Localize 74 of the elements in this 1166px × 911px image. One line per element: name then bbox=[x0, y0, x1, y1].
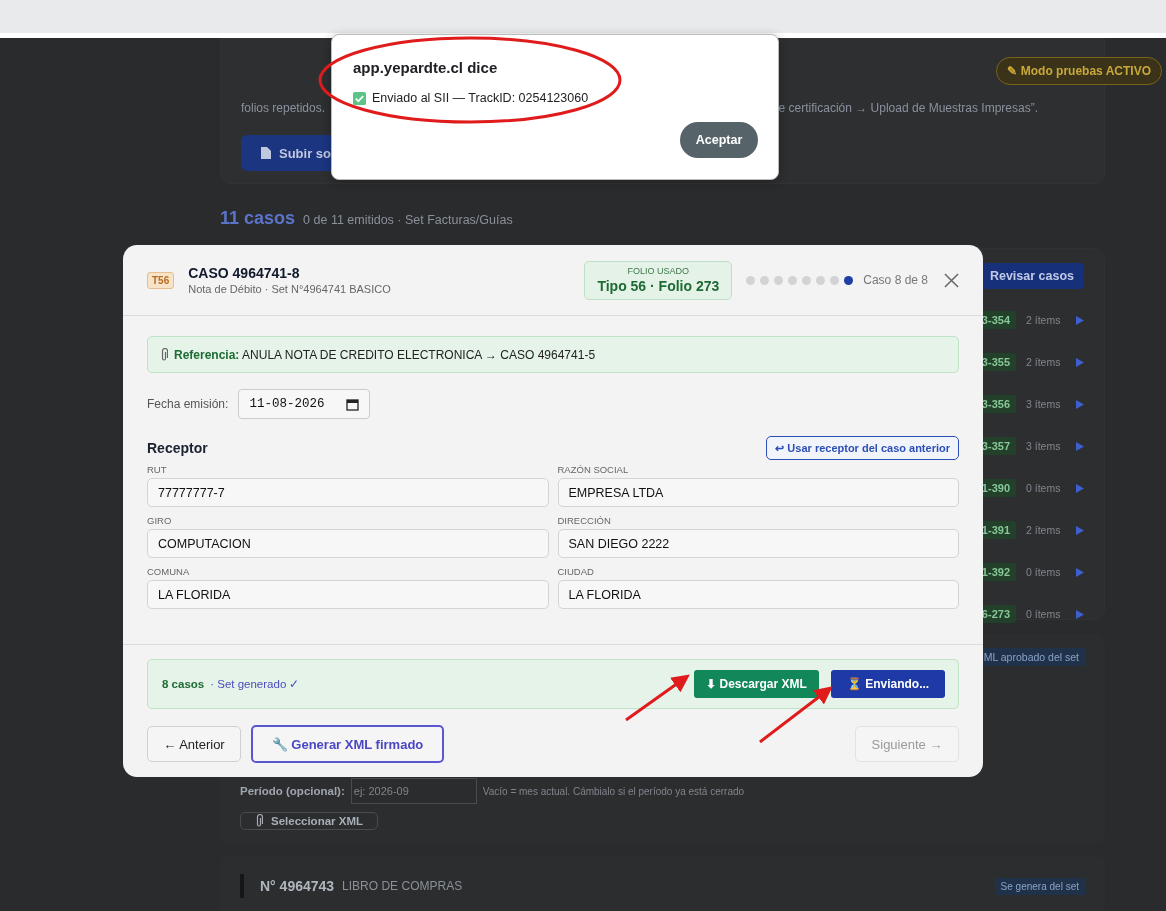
section-title: Receptor bbox=[147, 440, 208, 456]
check-icon bbox=[353, 91, 366, 105]
reference-text: Referencia: ANULA NOTA DE CREDITO ELECTRONICA → CASO 4964741-5 bbox=[174, 347, 596, 362]
intro-text: folios repetidos. bbox=[241, 101, 326, 115]
play-icon[interactable] bbox=[1076, 567, 1084, 577]
step-dot[interactable] bbox=[774, 275, 784, 285]
step-dot[interactable] bbox=[788, 275, 798, 285]
field-label: GIRO bbox=[147, 515, 173, 526]
calendar-icon[interactable] bbox=[346, 397, 360, 411]
field-label: COMUNA bbox=[147, 566, 191, 577]
text-field[interactable]: LA FLORIDA bbox=[557, 580, 959, 609]
book-number: N° 4964743 bbox=[260, 878, 335, 894]
step-dot[interactable] bbox=[830, 275, 840, 285]
reuse-receiver-button[interactable]: ↩ Usar receptor del caso anterior bbox=[766, 436, 959, 460]
step-dot[interactable] bbox=[802, 275, 812, 285]
period-label: Período (opcional): bbox=[240, 785, 345, 797]
items-count: 2 ítems bbox=[1026, 524, 1062, 536]
period-hint: Vacío = mes actual. Cámbialo si el período ya está cerrado bbox=[482, 785, 745, 797]
type-badge: T56 bbox=[147, 271, 175, 289]
step-dot[interactable] bbox=[844, 275, 854, 285]
paperclip-icon bbox=[160, 347, 168, 362]
folio-value: Tipo 56 · Folio 273 bbox=[597, 277, 720, 294]
date-field[interactable]: 11-08-2026 bbox=[238, 389, 371, 419]
items-count: 3 ítems bbox=[1026, 440, 1062, 452]
play-icon[interactable] bbox=[1076, 525, 1084, 535]
annotation-arrow bbox=[625, 674, 690, 722]
folio-label: FOLIO USADO bbox=[627, 265, 690, 276]
cases-count: 11 casos bbox=[220, 208, 296, 229]
select-xml-button[interactable]: Seleccionar XML bbox=[240, 812, 378, 830]
accept-button[interactable]: Aceptar bbox=[680, 122, 758, 158]
items-count: 3 ítems bbox=[1026, 398, 1062, 410]
summary-status: · Set generado ✓ bbox=[210, 677, 300, 691]
mode-badge: ✎ Modo pruebas ACTIVO bbox=[996, 57, 1162, 85]
step-counter: Caso 8 de 8 bbox=[863, 273, 928, 287]
document-icon bbox=[261, 147, 271, 159]
step-dot[interactable] bbox=[816, 275, 826, 285]
text-field[interactable]: COMPUTACION bbox=[147, 529, 549, 558]
generate-button[interactable]: 🔧 Generar XML firmado bbox=[251, 725, 444, 763]
field-label: RUT bbox=[147, 464, 168, 475]
step-dot[interactable] bbox=[760, 275, 770, 285]
play-icon[interactable] bbox=[1076, 399, 1084, 409]
book-name: LIBRO DE COMPRAS bbox=[342, 879, 463, 893]
close-icon[interactable] bbox=[944, 272, 959, 288]
field-label: RAZÓN SOCIAL bbox=[557, 464, 630, 475]
text-field[interactable]: LA FLORIDA bbox=[147, 580, 549, 609]
items-count: 2 ítems bbox=[1026, 314, 1062, 326]
step-dot[interactable] bbox=[746, 275, 756, 285]
cases-detail: 0 de 11 emitidos · Set Facturas/Guías bbox=[303, 213, 513, 227]
play-icon[interactable] bbox=[1076, 609, 1084, 619]
previous-button[interactable]: ← Anterior bbox=[147, 726, 241, 762]
download-button[interactable]: ⬇ Descargar XML bbox=[694, 670, 819, 698]
case-subtitle: Nota de Débito · Set N°4964741 BASICO bbox=[188, 283, 392, 295]
case-title: CASO 4964741-8 bbox=[188, 265, 301, 281]
play-icon[interactable] bbox=[1076, 441, 1084, 451]
play-icon[interactable] bbox=[1076, 315, 1084, 325]
items-count: 0 ítems bbox=[1026, 566, 1062, 578]
text-field[interactable]: SAN DIEGO 2222 bbox=[557, 529, 959, 558]
paperclip-icon bbox=[254, 814, 263, 828]
date-label: Fecha emisión: bbox=[147, 397, 229, 411]
text-field[interactable]: EMPRESA LTDA bbox=[557, 478, 959, 507]
items-count: 0 ítems bbox=[1026, 482, 1062, 494]
status-tag: Se genera del set bbox=[994, 877, 1085, 895]
intro-text: e certificación → Upload de Muestras Impresas”. bbox=[778, 101, 1038, 115]
items-count: 2 ítems bbox=[1026, 356, 1062, 368]
play-icon[interactable] bbox=[1076, 483, 1084, 493]
play-icon[interactable] bbox=[1076, 357, 1084, 367]
field-label: DIRECCIÓN bbox=[557, 515, 612, 526]
period-field[interactable]: ej: 2026-09 bbox=[350, 778, 477, 804]
text-field[interactable]: 77777777-7 bbox=[147, 478, 549, 507]
alert-title: app.yepardte.cl dice bbox=[353, 59, 499, 76]
alert-message: Enviado al SII — TrackID: 0254123060 bbox=[372, 91, 589, 105]
summary-count: 8 casos bbox=[162, 678, 205, 690]
items-count: 0 ítems bbox=[1026, 608, 1062, 620]
field-label: CIUDAD bbox=[557, 566, 595, 577]
